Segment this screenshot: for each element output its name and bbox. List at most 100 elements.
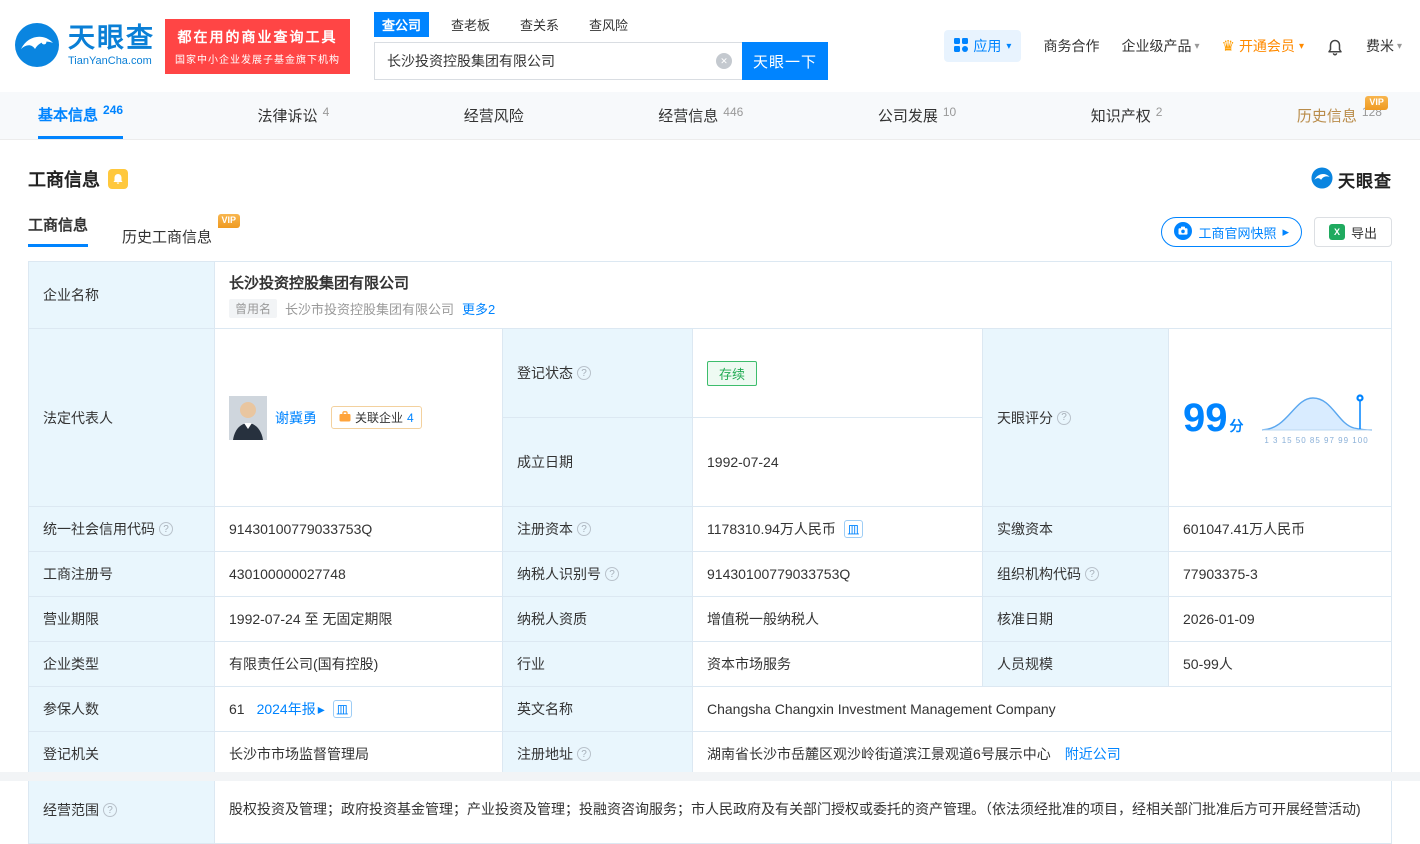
- subtab-business-info[interactable]: 工商信息: [28, 214, 89, 247]
- value-text: 91430100779033753Q: [229, 521, 373, 537]
- tab-count: 2: [1155, 104, 1163, 119]
- tab-label: 法律诉讼: [257, 108, 318, 125]
- search-input[interactable]: [374, 42, 742, 80]
- watermark-text: 天眼查: [1338, 171, 1392, 191]
- field-value-scope: 股权投资及管理；政府投资基金管理；产业投资及管理；投融资咨询服务；市人民政府及有…: [215, 777, 1391, 843]
- legal-rep-avatar[interactable]: [229, 395, 267, 440]
- field-label-legal-rep: 法定代表人: [29, 329, 215, 506]
- label-text: 参保人数: [43, 701, 99, 717]
- enterprise-label: 企业级产品: [1121, 38, 1192, 54]
- label-text: 天眼评分: [997, 409, 1053, 426]
- help-icon[interactable]: ?: [1085, 567, 1099, 581]
- clear-search-icon[interactable]: ✕: [716, 53, 732, 69]
- field-value-address: 湖南省长沙市岳麓区观沙岭街道滨江景观道6号展示中心 附近公司: [693, 732, 1391, 776]
- label-text: 纳税人资质: [517, 611, 587, 627]
- address-text: 湖南省长沙市岳麓区观沙岭街道滨江景观道6号展示中心: [707, 746, 1051, 762]
- user-menu[interactable]: 费米 ▾: [1366, 36, 1402, 56]
- field-label-term: 营业期限: [29, 597, 215, 641]
- field-value-reg-no: 430100000027748: [215, 552, 503, 596]
- tab-company-development[interactable]: 公司发展 10: [878, 92, 956, 139]
- field-value-reg-status: 存续: [693, 329, 983, 417]
- insured-detail-icon[interactable]: 皿: [332, 700, 352, 718]
- report-label: 2024年报: [256, 701, 316, 717]
- search-tab-relation[interactable]: 查关系: [512, 12, 567, 37]
- menu-open-vip[interactable]: ♛ 开通会员 ▾: [1221, 36, 1303, 56]
- camera-icon: [1174, 221, 1193, 243]
- logo-eye-icon: [1311, 166, 1333, 192]
- subtab-row: 工商信息 历史工商信息 VIP 工商官网快照 ▸ X 导出: [28, 214, 1392, 247]
- help-icon[interactable]: ?: [577, 747, 591, 761]
- promo-line1: 都在用的商业查询工具: [177, 28, 338, 45]
- vip-label: 开通会员: [1238, 38, 1295, 54]
- field-label-staff-size: 人员规模: [983, 642, 1169, 686]
- value-text: 2026-01-09: [1183, 611, 1255, 627]
- more-former-names-link[interactable]: 更多2: [462, 299, 495, 318]
- monitor-bell-icon[interactable]: [108, 169, 128, 189]
- table-row: 企业类型 有限责任公司(国有控股) 行业 资本市场服务 人员规模 50-99人: [29, 642, 1391, 687]
- capital-structure-icon[interactable]: 皿: [843, 520, 863, 538]
- label-text: 核准日期: [997, 611, 1053, 627]
- chevron-down-icon: ▾: [1298, 40, 1304, 52]
- annual-report-link[interactable]: 2024年报 ▸: [257, 699, 325, 719]
- related-label: 关联企业: [355, 411, 404, 425]
- watermark-brand: 天眼查: [1311, 166, 1392, 192]
- logo-cn: 天眼查: [68, 23, 155, 53]
- label-text: 登记机关: [43, 746, 99, 762]
- legal-rep-name-link[interactable]: 谢冀勇: [275, 408, 317, 428]
- search-button[interactable]: 天眼一下: [742, 42, 828, 80]
- tab-operation-risk[interactable]: 经营风险: [464, 92, 524, 139]
- field-label-score: 天眼评分 ?: [983, 329, 1169, 506]
- former-name-chip: 曾用名: [229, 299, 278, 318]
- field-value-tax-quality: 增值税一般纳税人: [693, 597, 983, 641]
- value-text: 有限责任公司(国有控股): [229, 656, 379, 672]
- score-axis-ticks: 1 3 15 50 85 97 99 100: [1264, 435, 1369, 445]
- field-label-english-name: 英文名称: [503, 687, 693, 731]
- official-snapshot-button[interactable]: 工商官网快照 ▸: [1161, 217, 1302, 247]
- status-badge: 存续: [707, 360, 758, 386]
- label-text: 纳税人识别号: [517, 566, 601, 582]
- value-text: 增值税一般纳税人: [707, 611, 819, 627]
- field-label-tax-quality: 纳税人资质: [503, 597, 693, 641]
- nearby-companies-link[interactable]: 附近公司: [1065, 744, 1121, 764]
- search-tab-risk[interactable]: 查风险: [581, 12, 636, 37]
- help-icon[interactable]: ?: [577, 522, 591, 536]
- value-text: 1992-07-24: [707, 454, 779, 470]
- value-text: 61: [229, 701, 245, 717]
- tab-intellectual-property[interactable]: 知识产权 2: [1091, 92, 1163, 139]
- business-info-table: 企业名称 长沙投资控股集团有限公司 曾用名 长沙市投资控股集团有限公司 更多2 …: [28, 261, 1392, 844]
- apps-menu[interactable]: 应用 ▾: [944, 30, 1022, 62]
- help-icon[interactable]: ?: [577, 366, 591, 380]
- field-label-reg-capital: 注册资本 ?: [503, 507, 693, 551]
- help-icon[interactable]: ?: [605, 567, 619, 581]
- scope-text: 股权投资及管理；政府投资基金管理；产业投资及管理；投融资咨询服务；市人民政府及有…: [229, 801, 1361, 818]
- export-button[interactable]: X 导出: [1313, 217, 1392, 247]
- tab-basic-info[interactable]: 基本信息 246: [38, 92, 124, 139]
- apps-grid-icon: [954, 37, 969, 55]
- label-text: 英文名称: [517, 701, 573, 717]
- field-value-english-name: Changsha Changxin Investment Management …: [693, 687, 1391, 731]
- subtab-label: 历史工商信息: [122, 229, 213, 246]
- notification-bell-icon[interactable]: [1326, 37, 1344, 56]
- tab-legal-litigation[interactable]: 法律诉讼 4: [258, 92, 330, 139]
- field-label-company-name: 企业名称: [29, 262, 215, 328]
- section-title: 工商信息: [28, 170, 100, 190]
- search-area: 查公司 查老板 查关系 查风险 ✕ 天眼一下: [374, 12, 828, 80]
- value-text: 601047.41万人民币: [1183, 521, 1306, 537]
- tab-operation-info[interactable]: 经营信息 446: [658, 92, 743, 139]
- help-icon[interactable]: ?: [103, 803, 117, 817]
- menu-business-cooperation[interactable]: 商务合作: [1043, 36, 1099, 56]
- tab-history-info[interactable]: VIP 历史信息 128: [1297, 92, 1388, 139]
- search-tab-boss[interactable]: 查老板: [443, 12, 498, 37]
- field-value-insured: 61 2024年报 ▸ 皿: [215, 687, 503, 731]
- subtab-history-business-info[interactable]: 历史工商信息 VIP: [122, 214, 241, 247]
- tab-count: 446: [723, 104, 744, 119]
- excel-icon: X: [1328, 224, 1345, 240]
- subtab-label: 工商信息: [28, 214, 89, 247]
- help-icon[interactable]: ?: [1057, 410, 1071, 425]
- help-icon[interactable]: ?: [159, 522, 173, 536]
- field-value-score: 99 分 1 3 15 50 85 97 99 100: [1169, 329, 1391, 506]
- tianyancha-logo[interactable]: 天眼查 TianYanCha.com: [14, 22, 155, 71]
- search-tab-company[interactable]: 查公司: [374, 12, 430, 37]
- related-companies-tag[interactable]: 关联企业 4: [331, 406, 422, 429]
- menu-enterprise-products[interactable]: 企业级产品 ▾: [1121, 36, 1199, 56]
